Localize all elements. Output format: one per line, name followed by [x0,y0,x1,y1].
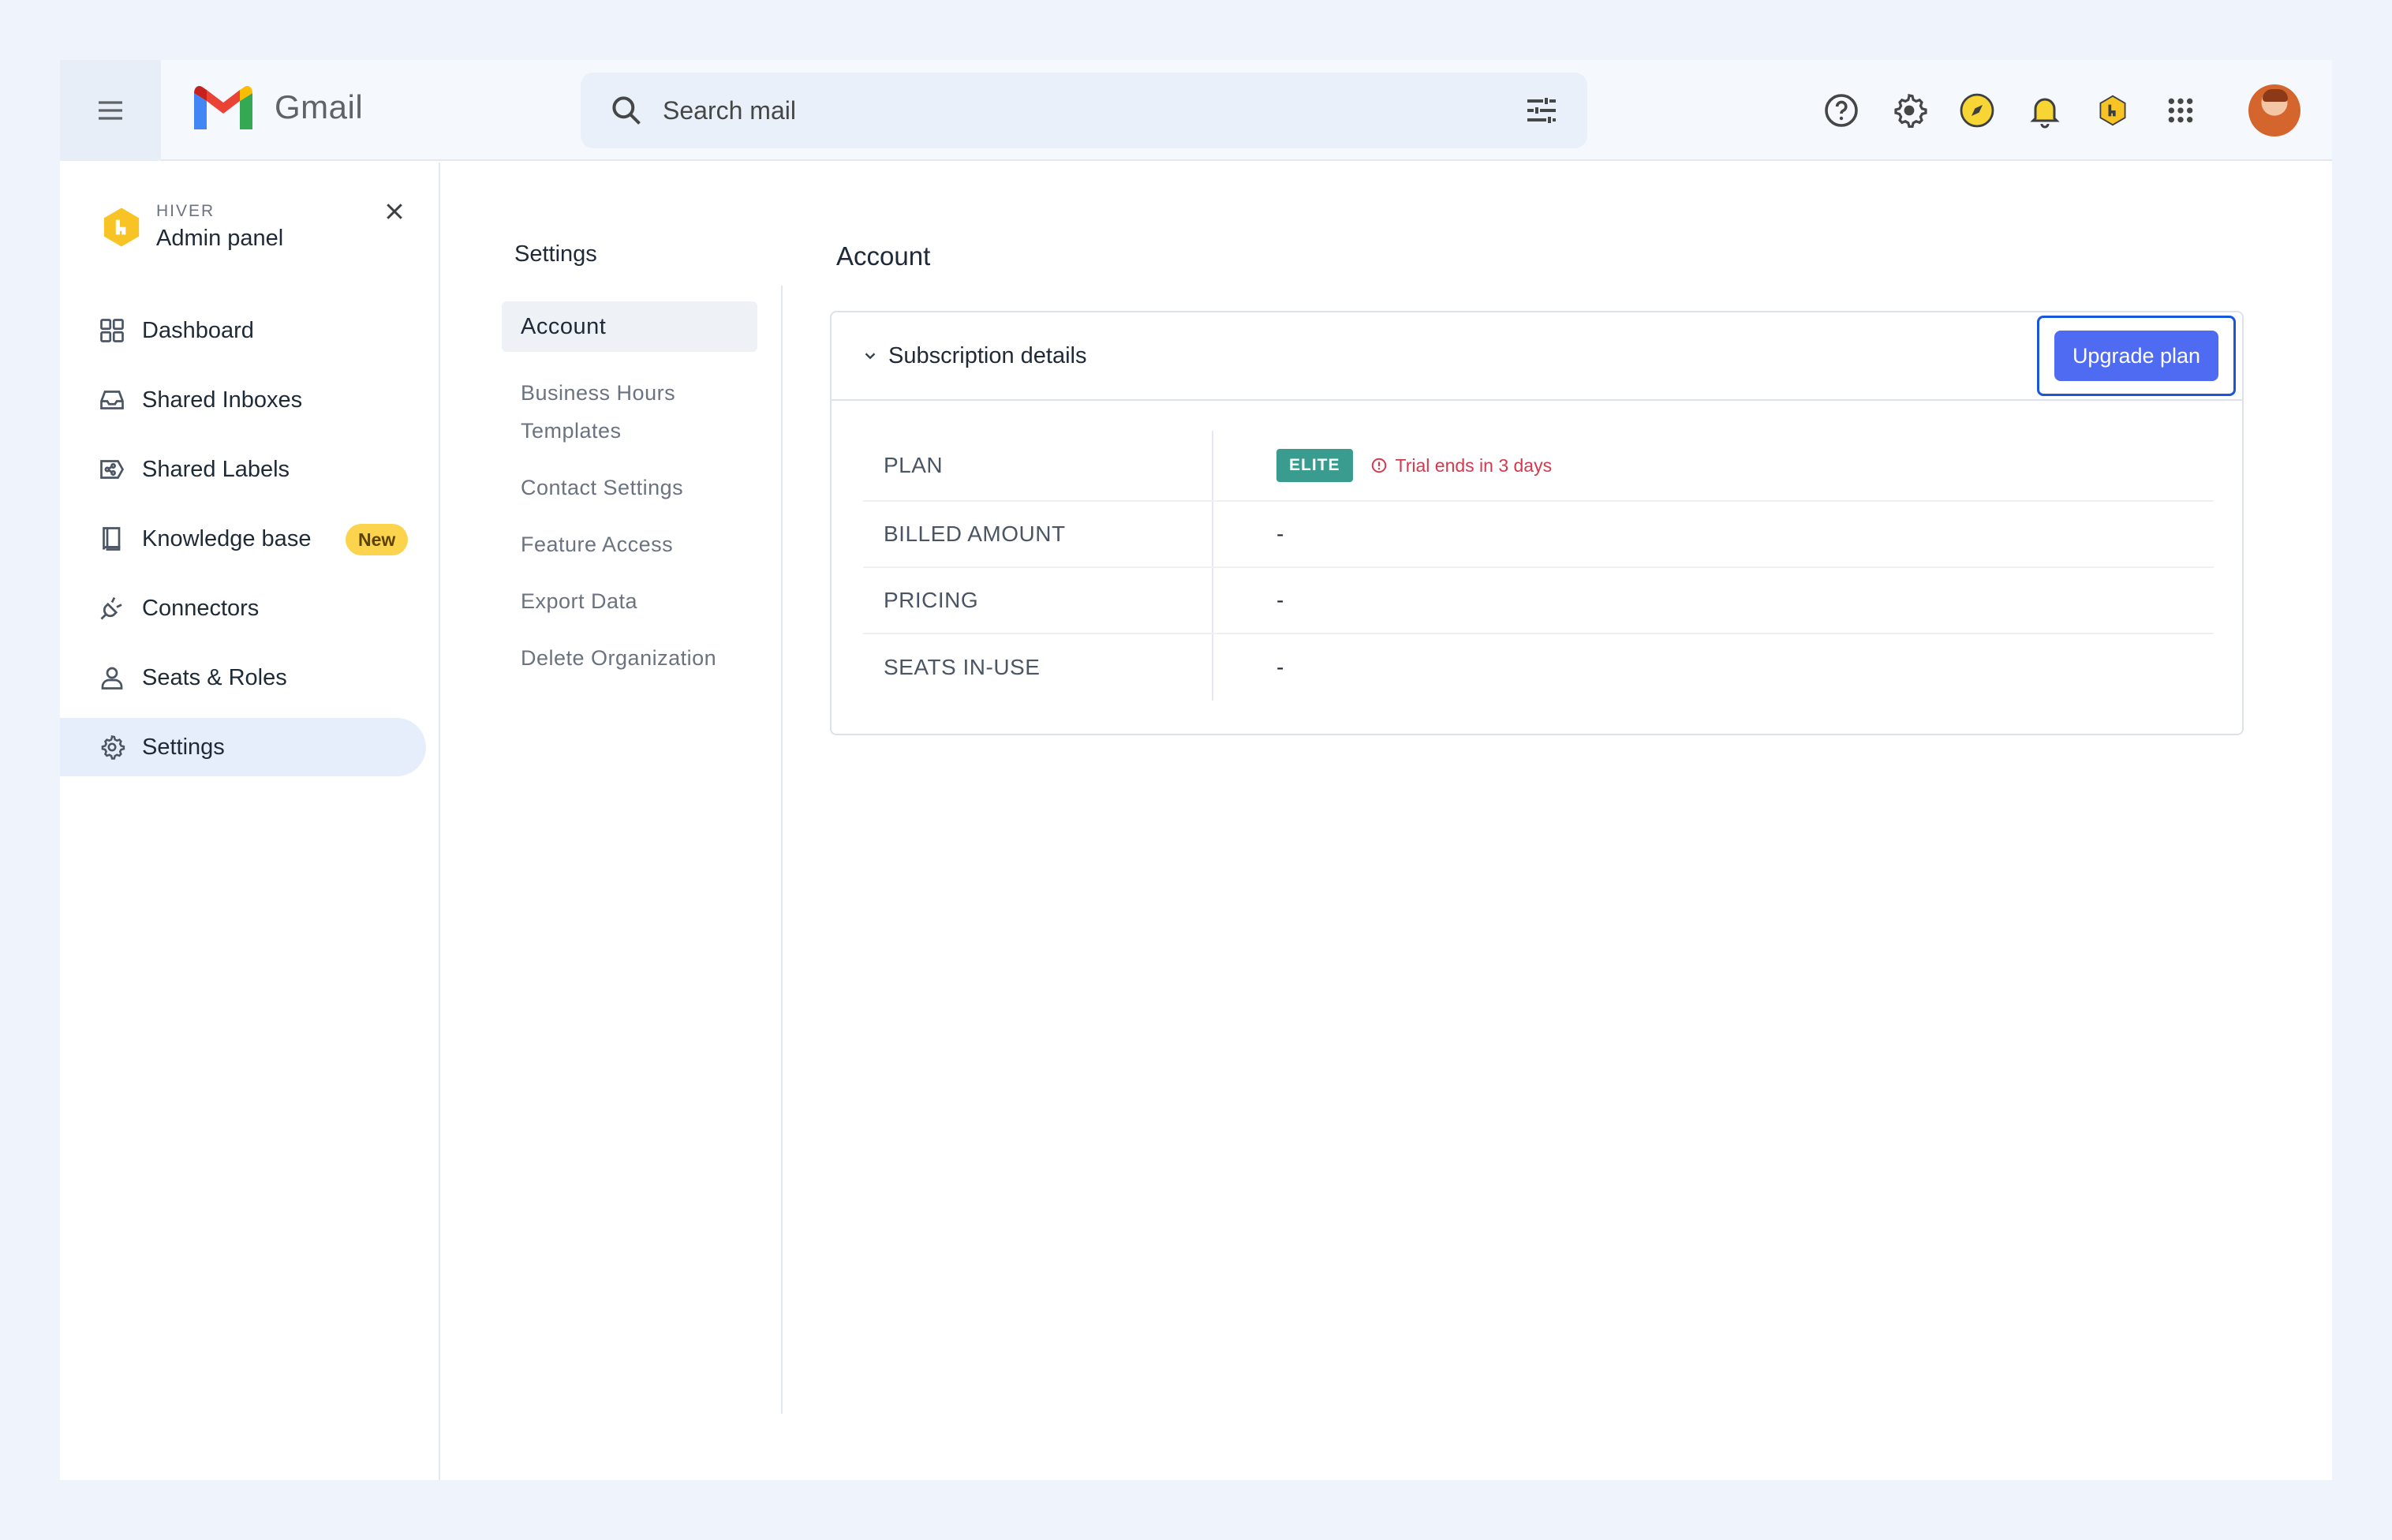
sidebar-item-connectors[interactable]: Connectors [60,579,426,637]
subnav-item-business-hours-templates[interactable]: Business Hours Templates [502,374,757,450]
upgrade-focus-ring: Upgrade plan [2037,316,2236,396]
plug-icon [98,594,126,622]
row-value: ELITE Trial ends in 3 days [1213,431,2214,500]
main-menu-button[interactable] [60,60,161,161]
sidebar-item-knowledge-base[interactable]: Knowledge base New [60,510,426,568]
search-options-icon[interactable] [1523,92,1560,129]
user-icon [98,663,126,692]
chevron-down-icon[interactable] [861,347,879,364]
table-row: SEATS IN-USE - [863,634,2214,701]
sidebar-item-label: Connectors [142,595,260,621]
row-key: SEATS IN-USE [863,634,1213,701]
sidebar-item-label: Shared Inboxes [142,387,303,413]
page-title: Account [836,241,931,271]
search-bar [581,73,1587,148]
table-row: PLAN ELITE Trial ends in 3 days [863,431,2214,502]
upgrade-plan-button[interactable]: Upgrade plan [2054,331,2218,381]
sidebar-item-seats-roles[interactable]: Seats & Roles [60,649,426,707]
row-value: - [1276,655,1284,679]
row-key: PRICING [863,568,1213,633]
top-icons [1822,60,2332,161]
book-icon [98,525,126,553]
plan-badge: ELITE [1276,449,1353,482]
new-badge: New [346,524,409,555]
row-key: BILLED AMOUNT [863,502,1213,566]
sidebar-item-shared-inboxes[interactable]: Shared Inboxes [60,371,426,429]
subscription-table: PLAN ELITE Trial ends in 3 days BILLED A… [863,431,2214,701]
row-value: - [1276,521,1284,546]
subnav-item-export-data[interactable]: Export Data [502,582,757,620]
gmail-m-icon [194,85,252,129]
gear-icon [98,733,126,761]
app-window: Gmail Search mail HIVER Admin panel Dash… [60,60,2332,1480]
sidebar-item-dashboard[interactable]: Dashboard [60,301,426,360]
admin-sidebar: HIVER Admin panel Dashboard Shared Inbox… [60,163,440,1480]
help-icon[interactable] [1822,92,1860,129]
sidebar-item-label: Shared Labels [142,456,290,482]
sidebar-item-label: Knowledge base [142,525,312,551]
gmail-logo[interactable]: Gmail [194,85,363,129]
close-icon[interactable] [379,196,410,227]
label-icon [98,455,126,484]
app-name: Gmail [275,88,364,125]
brand-name: HIVER [156,202,215,220]
search-icon[interactable] [609,93,644,128]
subnav-item-delete-organization[interactable]: Delete Organization [502,639,757,677]
top-bar: Gmail [60,60,2332,161]
divider [781,286,783,1414]
notifications-icon[interactable] [2026,92,2064,129]
dashboard-icon [98,316,126,345]
admin-panel-title: Admin panel [156,226,284,251]
inbox-icon [98,386,126,414]
subnav-item-contact-settings[interactable]: Contact Settings [502,469,757,506]
settings-icon[interactable] [1890,92,1928,129]
subscription-card: Subscription details Upgrade plan PLAN E… [830,311,2244,735]
avatar[interactable] [2248,84,2300,136]
row-key: PLAN [863,431,1213,500]
trial-text: Trial ends in 3 days [1395,454,1553,476]
table-row: PRICING - [863,568,2214,634]
alert-circle-icon [1370,457,1388,474]
subnav-title: Settings [514,241,597,267]
hiver-brand: HIVER Admin panel [99,202,283,252]
admin-nav: Dashboard Shared Inboxes Shared Labels K… [60,301,439,787]
subnav-item-feature-access[interactable]: Feature Access [502,525,757,563]
hiver-logo-icon [99,205,144,249]
sidebar-item-label: Dashboard [142,317,254,343]
settings-subnav: Settings Account Business Hours Template… [442,163,783,1480]
sidebar-item-settings[interactable]: Settings [60,718,426,776]
trial-warning: Trial ends in 3 days [1370,454,1553,477]
hiver-icon[interactable] [2094,92,2132,129]
apps-grid-icon[interactable] [2162,92,2200,129]
sidebar-item-label: Seats & Roles [142,664,287,690]
row-value: - [1276,588,1284,612]
compass-icon[interactable] [1958,92,1996,129]
hamburger-icon [99,101,122,120]
search-input[interactable] [663,87,1523,134]
subnav-list: Account Business Hours Templates Contact… [502,301,757,696]
card-header[interactable]: Subscription details Upgrade plan [832,312,2242,401]
subnav-item-account[interactable]: Account [502,301,757,352]
card-title: Subscription details [888,342,1087,368]
sidebar-item-label: Settings [142,734,225,760]
table-row: BILLED AMOUNT - [863,502,2214,568]
sidebar-item-shared-labels[interactable]: Shared Labels [60,440,426,499]
